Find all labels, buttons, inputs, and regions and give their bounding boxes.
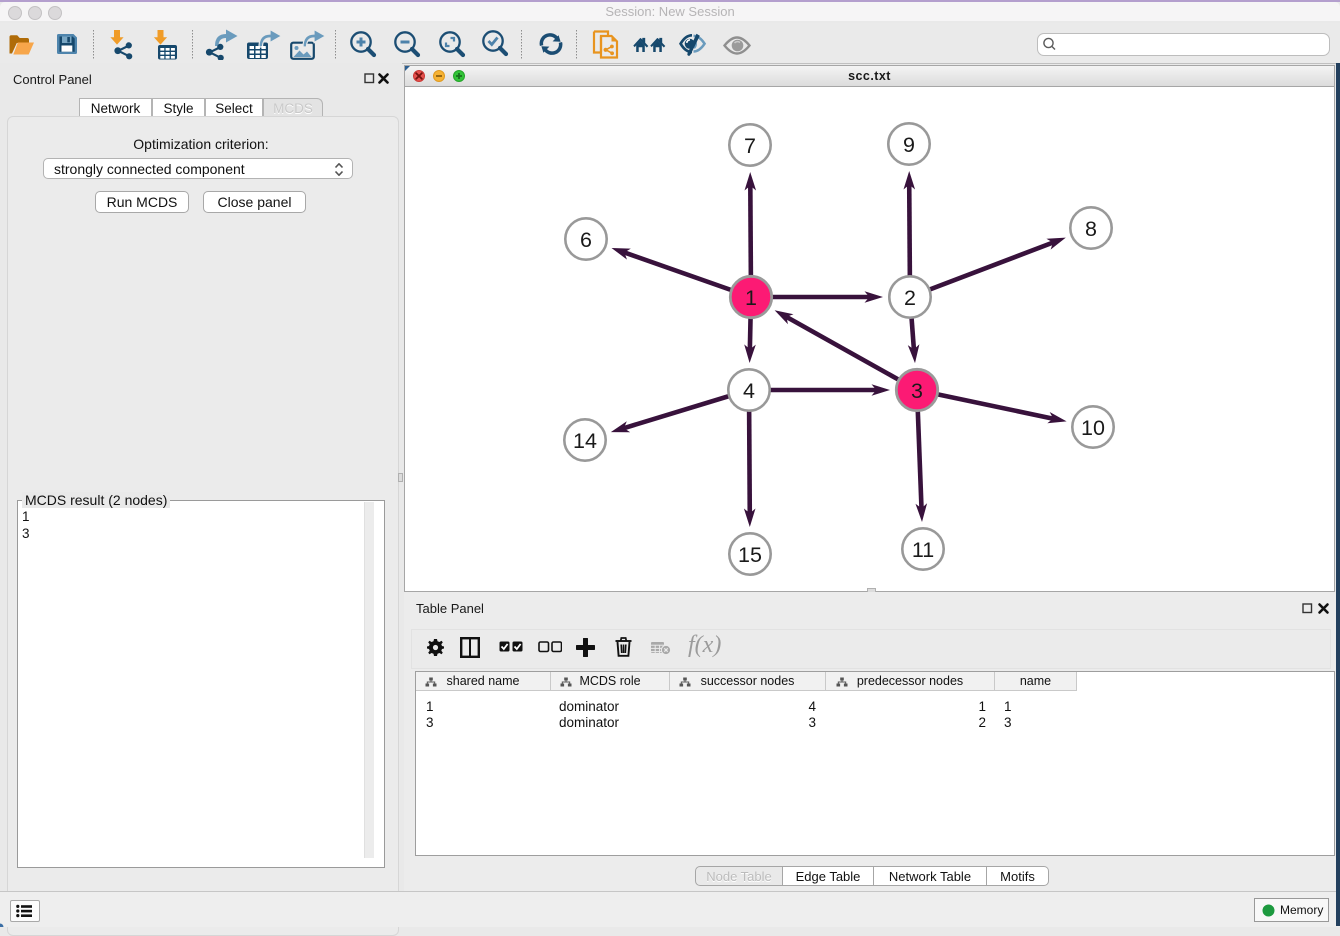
svg-text:15: 15	[738, 543, 762, 567]
svg-text:11: 11	[912, 538, 934, 562]
svg-text:6: 6	[580, 228, 592, 252]
svg-text:7: 7	[744, 134, 756, 158]
svg-text:8: 8	[1085, 217, 1097, 241]
svg-text:10: 10	[1081, 416, 1105, 440]
svg-text:4: 4	[743, 379, 755, 403]
svg-text:9: 9	[903, 133, 915, 157]
svg-text:1: 1	[745, 286, 757, 310]
svg-text:14: 14	[573, 429, 597, 453]
svg-text:3: 3	[911, 379, 923, 403]
svg-text:2: 2	[904, 286, 916, 310]
